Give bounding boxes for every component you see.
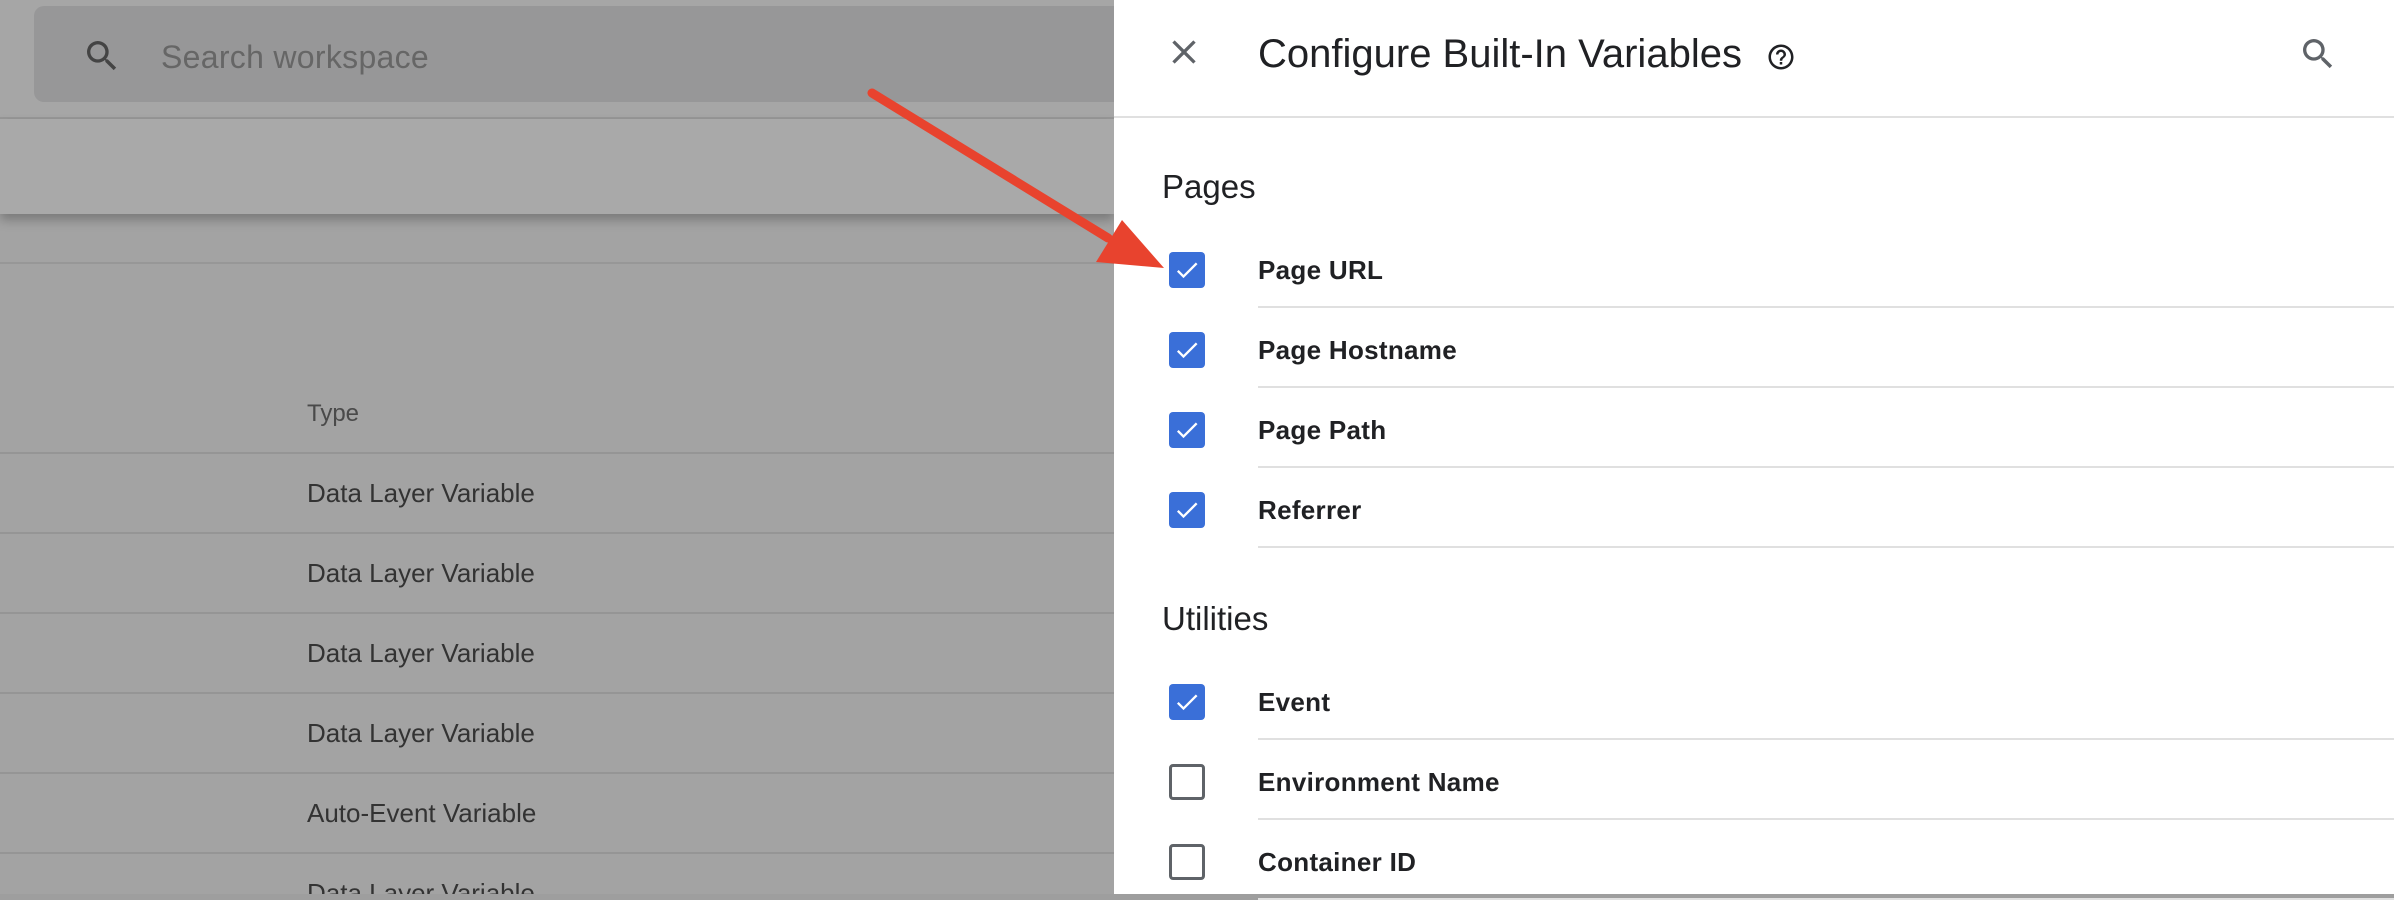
check-icon xyxy=(1176,502,1198,519)
table-row[interactable]: Data Layer Variable xyxy=(0,452,1114,532)
variable-label: Container ID xyxy=(1258,847,1417,877)
type-column-header[interactable]: Type xyxy=(307,400,359,428)
variable-row-page-url[interactable]: Page URL xyxy=(1114,228,2394,308)
variable-label: Event xyxy=(1258,687,1331,717)
check-icon xyxy=(1176,262,1198,279)
variable-label: Page Path xyxy=(1258,415,1387,445)
workspace-background: Search workspace Type Data Layer Variabl… xyxy=(0,0,1114,894)
type-cell: Data Layer Variable xyxy=(307,718,535,748)
variable-row-referrer[interactable]: Referrer xyxy=(1114,468,2394,548)
checkbox[interactable] xyxy=(1169,332,1205,368)
close-icon[interactable] xyxy=(1164,32,1204,72)
variable-row-page-path[interactable]: Page Path xyxy=(1114,388,2394,468)
table-row[interactable]: Auto-Event Variable xyxy=(0,772,1114,852)
search-icon xyxy=(87,41,117,71)
workspace-search-placeholder[interactable]: Search workspace xyxy=(161,39,429,76)
help-icon[interactable] xyxy=(1766,42,1796,72)
configure-built-in-variables-panel: Configure Built-In Variables Pages Page … xyxy=(1114,0,2394,900)
check-icon xyxy=(1176,342,1198,359)
variable-label: Page Hostname xyxy=(1258,335,1457,365)
checkbox[interactable] xyxy=(1169,412,1205,448)
search-icon[interactable] xyxy=(2298,34,2338,74)
type-cell: Auto-Event Variable xyxy=(307,798,537,828)
checkbox[interactable] xyxy=(1169,844,1205,880)
table-row[interactable]: Data Layer Variable xyxy=(0,612,1114,692)
type-cell: Data Layer Variable xyxy=(307,878,535,894)
check-icon xyxy=(1176,422,1198,439)
variable-row-container-id[interactable]: Container ID xyxy=(1114,820,2394,900)
variable-row-page-hostname[interactable]: Page Hostname xyxy=(1114,308,2394,388)
variable-label: Environment Name xyxy=(1258,767,1500,797)
divider xyxy=(1258,546,2394,548)
table-row[interactable]: Data Layer Variable xyxy=(0,532,1114,612)
checkbox[interactable] xyxy=(1169,764,1205,800)
panel-header: Configure Built-In Variables xyxy=(1114,0,2394,118)
section-title-pages: Pages xyxy=(1162,168,1256,205)
workspace-search-box[interactable]: Search workspace xyxy=(34,6,1114,102)
table-row[interactable]: Data Layer Variable xyxy=(0,852,1114,894)
divider xyxy=(0,262,1114,264)
checkbox[interactable] xyxy=(1169,684,1205,720)
section-title-utilities: Utilities xyxy=(1162,600,1269,637)
variable-row-environment-name[interactable]: Environment Name xyxy=(1114,740,2394,820)
panel-title: Configure Built-In Variables xyxy=(1258,32,1742,76)
type-cell: Data Layer Variable xyxy=(307,638,535,668)
check-icon xyxy=(1176,694,1198,711)
checkbox[interactable] xyxy=(1169,252,1205,288)
type-cell: Data Layer Variable xyxy=(307,478,535,508)
table-row[interactable]: Data Layer Variable xyxy=(0,692,1114,772)
variable-label: Referrer xyxy=(1258,495,1362,525)
workspace-topbar: Search workspace xyxy=(0,0,1114,119)
variable-row-event[interactable]: Event xyxy=(1114,660,2394,740)
checkbox[interactable] xyxy=(1169,492,1205,528)
workspace-subbar xyxy=(0,119,1114,214)
variable-label: Page URL xyxy=(1258,255,1384,285)
type-cell: Data Layer Variable xyxy=(307,558,535,588)
